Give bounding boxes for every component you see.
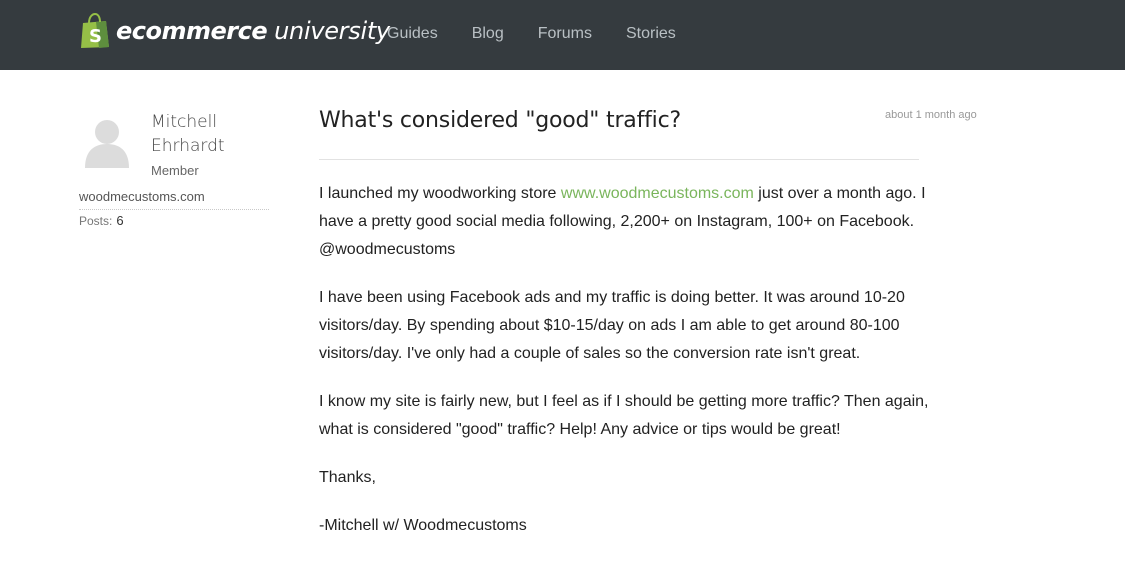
logo-text-bold: ecommerce — [116, 17, 268, 45]
posts-count: 6 — [116, 213, 124, 228]
post-paragraph-4: Thanks, — [319, 469, 376, 486]
post-body: I launched my woodworking store www.wood… — [319, 180, 959, 560]
main-nav: Guides Blog Forums Stories — [387, 0, 710, 70]
shopping-bag-icon: S — [81, 13, 109, 48]
top-navigation-bar: S ecommerce university Guides Blog Forum… — [0, 0, 1125, 70]
nav-stories[interactable]: Stories — [626, 25, 676, 43]
posts-label: Posts: — [79, 214, 113, 228]
post-paragraph-2: I have been using Facebook ads and my tr… — [319, 289, 905, 362]
author-post-count: Posts: 6 — [79, 213, 124, 228]
author-website: woodmecustoms.com — [79, 189, 269, 210]
author-name[interactable]: Mitchell Ehrhardt — [151, 110, 271, 158]
p1-text-before: I launched my woodworking store — [319, 185, 561, 202]
logo-text-light: university — [274, 17, 390, 45]
default-avatar-icon — [85, 120, 129, 168]
nav-blog[interactable]: Blog — [472, 25, 504, 43]
post-signature: -Mitchell w/ Woodmecustoms — [319, 517, 527, 534]
title-divider — [319, 159, 919, 160]
avatar[interactable] — [79, 112, 135, 168]
logo-bag-letter: S — [89, 26, 102, 47]
nav-guides[interactable]: Guides — [387, 25, 438, 43]
post-paragraph-3: I know my site is fairly new, but I feel… — [319, 393, 929, 438]
post-paragraph-1: I launched my woodworking store www.wood… — [319, 180, 959, 264]
store-link[interactable]: www.woodmecustoms.com — [561, 185, 754, 202]
nav-forums[interactable]: Forums — [538, 25, 592, 43]
ecommerce-university-logo[interactable]: S ecommerce university — [79, 13, 390, 49]
post-title: What's considered "good" traffic? — [319, 108, 681, 133]
post-timestamp: about 1 month ago — [885, 109, 977, 121]
author-role: Member — [151, 163, 199, 178]
